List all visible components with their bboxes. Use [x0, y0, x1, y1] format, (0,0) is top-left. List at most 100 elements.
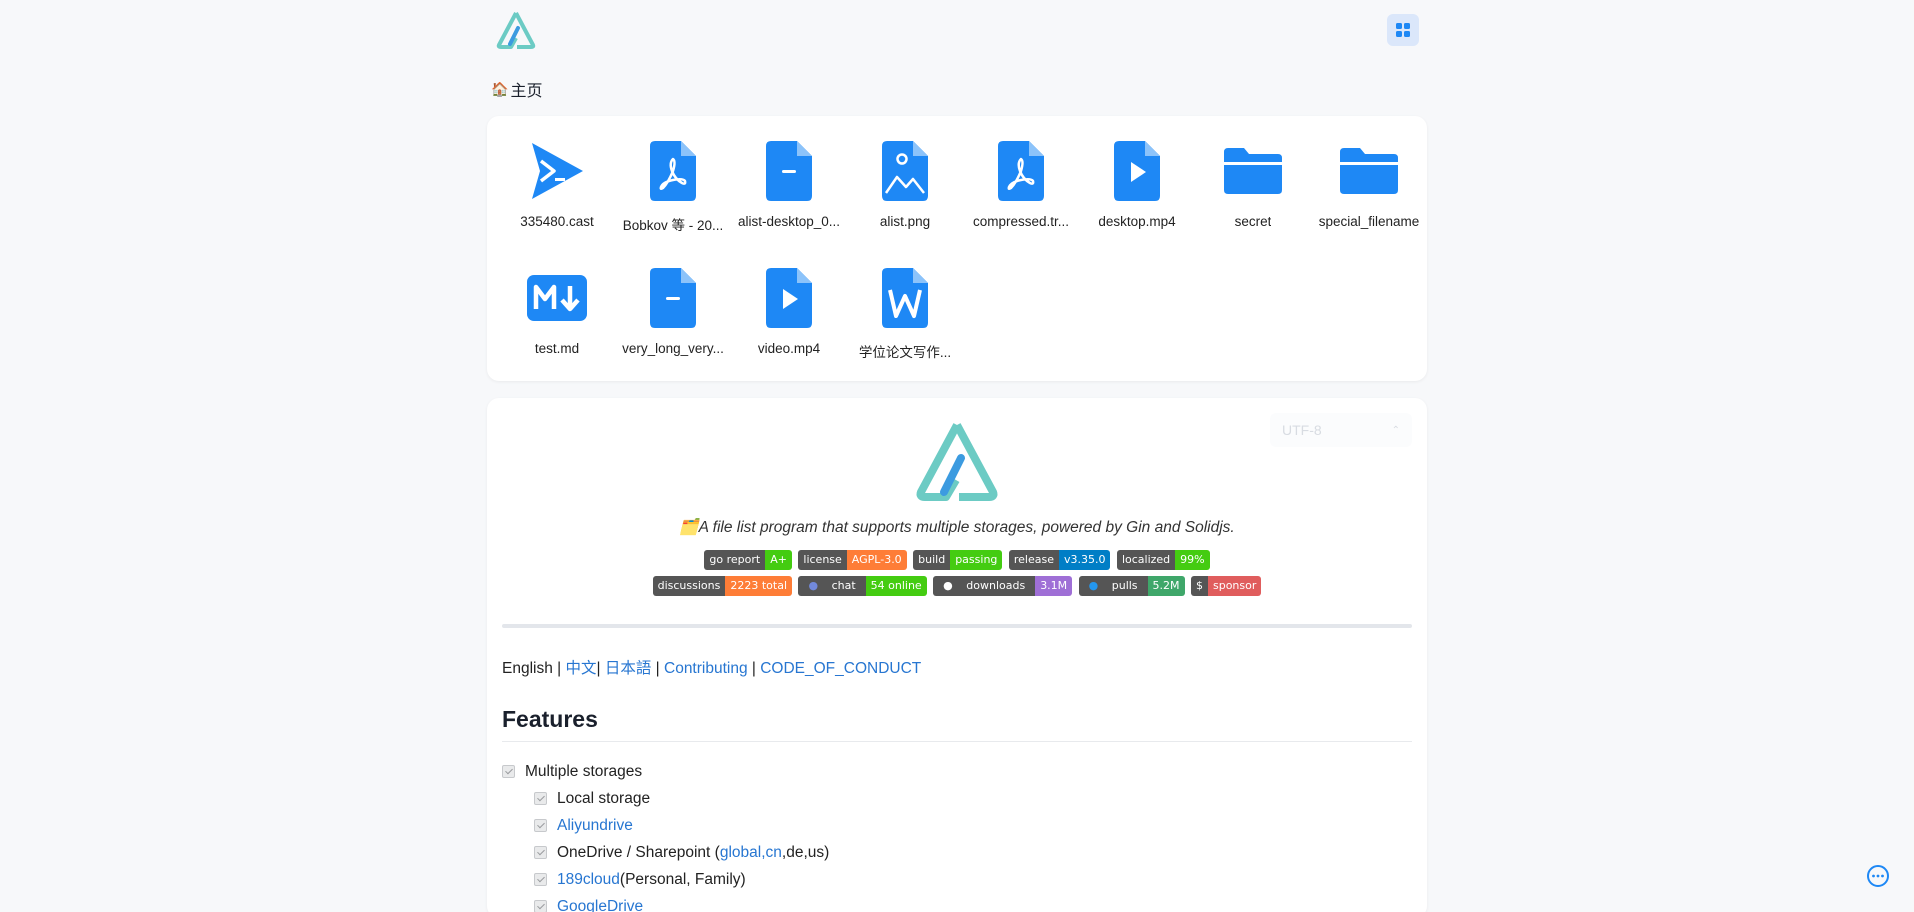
checkbox [534, 819, 547, 832]
checkbox [534, 873, 547, 886]
tagline: 🗂️A file list program that supports mult… [502, 518, 1412, 537]
checkbox [534, 900, 547, 912]
file-name: very_long_very... [622, 341, 724, 356]
list-item: Local storage [502, 785, 1412, 812]
generic-file-icon [650, 268, 696, 328]
markdown-icon [527, 275, 587, 321]
readme-panel: UTF-8 ⌃ 🗂️A file list program that suppo… [487, 398, 1427, 912]
onedrive-cn-link[interactable]: cn [766, 844, 782, 862]
file-item[interactable]: alist-desktop_0... [731, 136, 847, 263]
checkbox [502, 765, 515, 778]
lang-chinese-link[interactable]: 中文 [565, 660, 596, 677]
feature-text: ,de,us) [781, 843, 830, 861]
badges-row-1: go report A+ license AGPL-3.0 build passing… [502, 547, 1412, 573]
list-item: 189cloud (Personal, Family) [502, 866, 1412, 893]
generic-file-icon [766, 141, 812, 201]
badge-chat[interactable]: ● chat 54 online [798, 575, 927, 596]
features-heading: Features [502, 706, 1412, 742]
chat-bubble-icon[interactable] [1866, 864, 1890, 888]
chevron-updown-icon: ⌃ [1391, 424, 1400, 436]
file-name: test.md [534, 341, 580, 356]
separator: | [552, 660, 566, 677]
file-item[interactable]: compressed.tr... [963, 136, 1079, 263]
folder-name: special_filename [1318, 214, 1420, 229]
badge-sponsor[interactable]: $ sponsor [1190, 575, 1262, 596]
badges: go report A+ license AGPL-3.0 build passing… [502, 547, 1412, 599]
file-name: 335480.cast [520, 214, 594, 229]
layout-toggle-button[interactable] [1387, 14, 1419, 46]
badge-pulls[interactable]: ● pulls 5.2M [1078, 575, 1185, 596]
file-grid: 335480.cast Bobkov 等 - 20... alist-deskt… [487, 116, 1427, 381]
file-item[interactable]: Bobkov 等 - 20... [615, 136, 731, 263]
features-list: Multiple storages Local storage Aliyundr… [502, 758, 1412, 912]
file-item[interactable]: 335480.cast [499, 136, 615, 263]
file-item[interactable]: very_long_very... [615, 263, 731, 390]
video-file-icon [766, 268, 812, 328]
file-name: alist.png [879, 214, 931, 229]
alist-logo-large [916, 423, 998, 501]
word-file-icon [882, 268, 928, 328]
encoding-select[interactable]: UTF-8 ⌃ [1270, 413, 1412, 447]
aliyundrive-link[interactable]: Aliyundrive [557, 817, 633, 835]
breadcrumb-home-link[interactable]: 主页 [510, 77, 542, 101]
folder-name: secret [1234, 214, 1272, 229]
checkbox [534, 792, 547, 805]
alist-logo[interactable] [495, 11, 537, 49]
folder-emoji-icon: 🗂️ [679, 519, 699, 536]
badge-go-report[interactable]: go report A+ [704, 549, 792, 570]
separator: | [747, 660, 761, 677]
file-item[interactable]: desktop.mp4 [1079, 136, 1195, 263]
encoding-value: UTF-8 [1282, 422, 1322, 438]
top-bar [487, 0, 1427, 62]
googledrive-link[interactable]: GoogleDrive [557, 898, 643, 912]
home-icon: 🏠 [491, 80, 509, 97]
badges-row-2: discussions 2223 total ● chat 54 online ● … [502, 573, 1412, 599]
list-item: Multiple storages [502, 758, 1412, 785]
code-of-conduct-link[interactable]: CODE_OF_CONDUCT [760, 660, 921, 677]
github-icon: ● [943, 578, 953, 592]
docker-icon: ● [1088, 578, 1099, 592]
file-item[interactable]: video.mp4 [731, 263, 847, 390]
file-name: compressed.tr... [972, 214, 1070, 229]
file-name: video.mp4 [757, 341, 821, 356]
folder-item[interactable]: secret [1195, 136, 1311, 263]
file-name: 学位论文写作... [858, 345, 952, 360]
file-item[interactable]: alist.png [847, 136, 963, 263]
contributing-link[interactable]: Contributing [664, 660, 748, 677]
divider [502, 624, 1412, 628]
badge-build[interactable]: build passing [913, 549, 1003, 570]
list-item: Aliyundrive [502, 812, 1412, 839]
cloud189-link[interactable]: 189cloud [557, 871, 620, 889]
checkbox [534, 846, 547, 859]
feature-text: OneDrive / Sharepoint ( [557, 843, 720, 861]
grid-icon [1396, 23, 1410, 37]
file-item[interactable]: test.md [499, 263, 615, 390]
pdf-file-icon [650, 141, 696, 201]
lang-english: English [502, 660, 553, 677]
file-item[interactable]: 学位论文写作... [847, 263, 963, 390]
video-file-icon [1114, 141, 1160, 201]
onedrive-global-link[interactable]: global [720, 844, 761, 862]
badge-license[interactable]: license AGPL-3.0 [798, 549, 907, 570]
tagline-text: A file list program that supports multip… [698, 519, 1235, 536]
list-item: OneDrive / Sharepoint (global, cn ,de,us) [502, 839, 1412, 866]
badge-release[interactable]: release v3.35.0 [1008, 549, 1111, 570]
discord-icon: ● [808, 578, 819, 592]
folder-icon [1340, 148, 1398, 194]
folder-item[interactable]: special_filename [1311, 136, 1427, 263]
page-container: 🏠 主页 335480.cast Bobkov 等 - 20... alist-… [487, 0, 1427, 912]
separator: | [596, 660, 605, 677]
file-name: alist-desktop_0... [737, 214, 841, 229]
cast-play-icon [532, 143, 583, 199]
lang-japanese-link[interactable]: 日本語 [605, 660, 652, 677]
list-item: GoogleDrive [502, 893, 1412, 912]
file-name: Bobkov 等 - 20... [622, 218, 724, 233]
folder-icon [1224, 148, 1282, 194]
badge-discussions[interactable]: discussions 2223 total [652, 575, 793, 596]
feature-text: (Personal, Family) [619, 870, 746, 888]
badge-localized[interactable]: localized 99% [1116, 549, 1210, 570]
feature-text: Multiple storages [525, 762, 643, 780]
breadcrumb: 🏠 主页 [487, 62, 1427, 116]
badge-downloads[interactable]: ● downloads 3.1M [933, 575, 1073, 596]
file-name: desktop.mp4 [1098, 214, 1176, 229]
